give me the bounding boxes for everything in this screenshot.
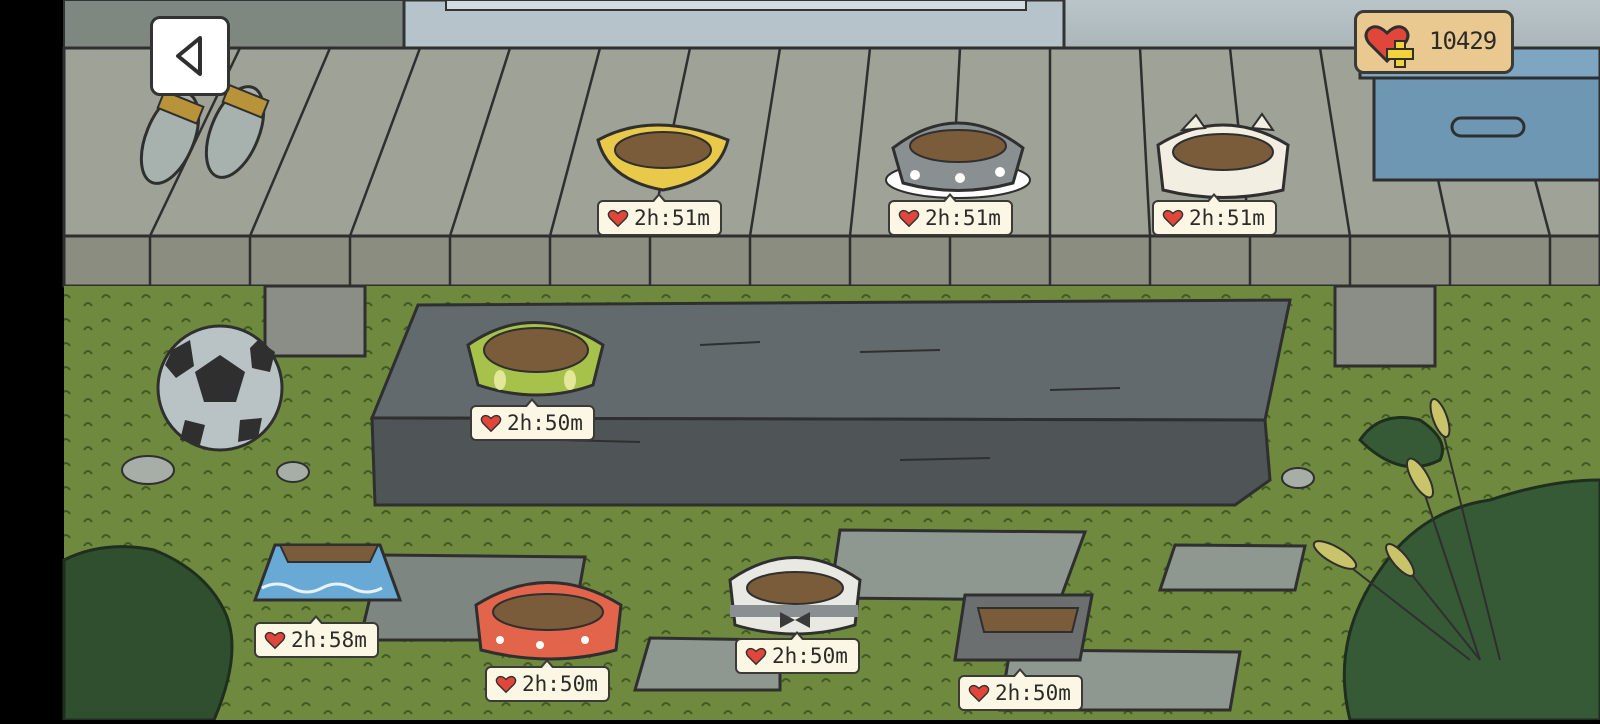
bowl-timer-text: 2h:51m xyxy=(1189,206,1265,230)
heart-icon xyxy=(607,209,629,228)
bowl-timer-badge: 2h:58m xyxy=(254,615,379,658)
orange-polka-bowl[interactable] xyxy=(474,581,623,661)
bowl-timer-text: 2h:50m xyxy=(772,644,848,668)
green-leaf-bowl[interactable] xyxy=(466,321,605,397)
left-letterbox xyxy=(0,0,64,720)
bowl-timer-text: 2h:50m xyxy=(995,681,1071,705)
heart-icon xyxy=(745,647,767,666)
heart-icon xyxy=(495,675,517,694)
bowl-timer-badge: 2h:50m xyxy=(485,659,610,702)
currency-value: 10429 xyxy=(1429,27,1497,55)
back-button[interactable] xyxy=(150,16,230,96)
bowl-timer-text: 2h:50m xyxy=(507,411,583,435)
stepping-stone xyxy=(1157,543,1307,592)
deck-post xyxy=(1333,284,1437,368)
wooden-deck xyxy=(62,46,1600,288)
chevron-left-icon xyxy=(176,36,202,76)
bowl-timer-badge: 2h:50m xyxy=(958,668,1083,711)
blue-wave-bowl[interactable] xyxy=(252,543,403,602)
heart-currency-counter[interactable]: 10429 xyxy=(1354,10,1514,74)
heart-plus-icon xyxy=(1364,25,1414,68)
heart-icon xyxy=(968,684,990,703)
bowl-timer-badge: 2h:50m xyxy=(470,398,595,441)
yard-background xyxy=(0,0,1600,722)
bowl-timer-text: 2h:58m xyxy=(291,628,367,652)
bowl-timer-badge: 2h:50m xyxy=(735,631,860,674)
soccer-ball xyxy=(156,324,284,452)
bowl-timer-text: 2h:51m xyxy=(634,206,710,230)
bowl-timer-badge: 2h:51m xyxy=(1152,193,1277,236)
pebble xyxy=(276,461,310,483)
bowl-timer-badge: 2h:51m xyxy=(597,193,722,236)
pebble xyxy=(121,455,175,485)
bowl-timer-text: 2h:50m xyxy=(522,672,598,696)
deck-post xyxy=(263,284,367,358)
gray-square-bowl[interactable] xyxy=(953,593,1094,662)
bow-tie-bowl[interactable] xyxy=(728,556,862,636)
heart-icon xyxy=(1162,209,1184,228)
bowl-timer-text: 2h:51m xyxy=(925,206,1001,230)
heart-icon xyxy=(898,209,920,228)
stepping-stone xyxy=(828,528,1088,602)
bowl-timer-badge: 2h:51m xyxy=(888,193,1013,236)
heart-icon xyxy=(480,414,502,433)
pebble xyxy=(1281,467,1315,489)
yard-scene: 2h:51m 2h:51m 2h:51m 2h:50m 2h:58m 2h:50… xyxy=(0,0,1600,722)
heart-icon xyxy=(264,631,286,650)
